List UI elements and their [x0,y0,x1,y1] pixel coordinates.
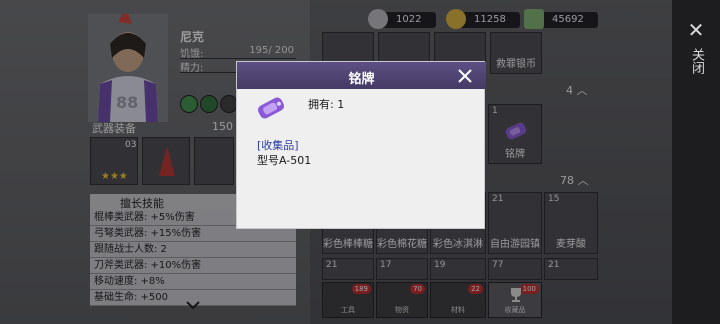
close-button-label[interactable]: 关闭 [688,48,704,74]
nameplate-icon [257,97,285,119]
close-icon[interactable]: ✕ [686,20,706,40]
game-screen: 88 尼克 饥饿: 195/ 200 精力: 武器装备 150 03 ★★★ 擅… [0,0,720,324]
close-icon[interactable] [456,67,474,85]
dialog-header: 铭牌 [237,62,486,89]
owned-count: 拥有: 1 [308,98,345,111]
dialog-title: 铭牌 [348,72,375,87]
item-model: 型号A-501 [257,154,312,167]
item-category: [收集品] [257,139,299,152]
